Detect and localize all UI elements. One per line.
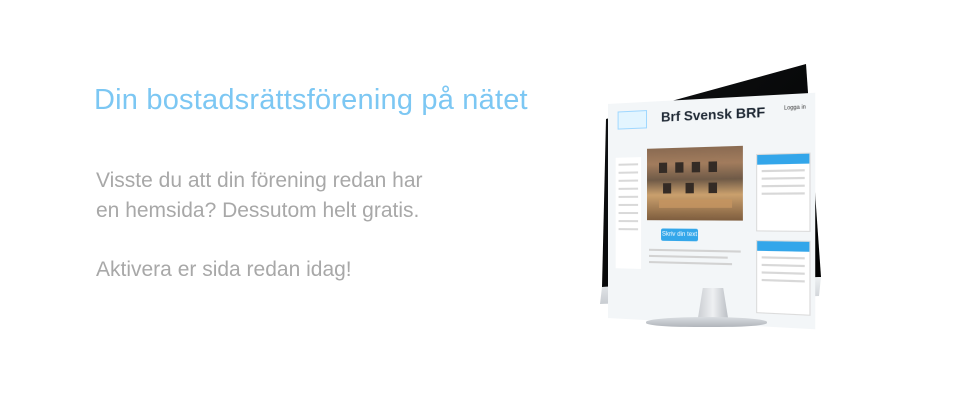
monitor-stand-base [646,317,767,327]
mini-text-line [649,261,733,266]
hero-text-line-1: Visste du att din förening redan har [96,169,423,192]
mini-cta-button: Skriv din text [661,228,699,242]
mini-login-link: Logga in [783,104,806,112]
mini-sidebar [615,157,642,269]
mini-text-line [649,254,728,259]
mini-card-1 [756,152,811,232]
mini-site-title: Brf Svensk BRF [661,104,766,125]
mini-text-line [649,248,741,253]
hero-text-line-3: Aktivera er sida redan idag! [96,258,352,281]
building-photo [647,145,743,221]
mini-card-2 [756,240,811,316]
monitor-illustration: Brf Svensk BRF Logga in Skriv din text [596,64,826,330]
mini-header: Brf Svensk BRF Logga in [614,102,811,140]
hero-text-line-2: en hemsida? Dessutom helt gratis. [96,199,420,222]
logo-icon [617,110,648,130]
hero-title: Din bostadsrättsförening på nätet [94,84,528,116]
